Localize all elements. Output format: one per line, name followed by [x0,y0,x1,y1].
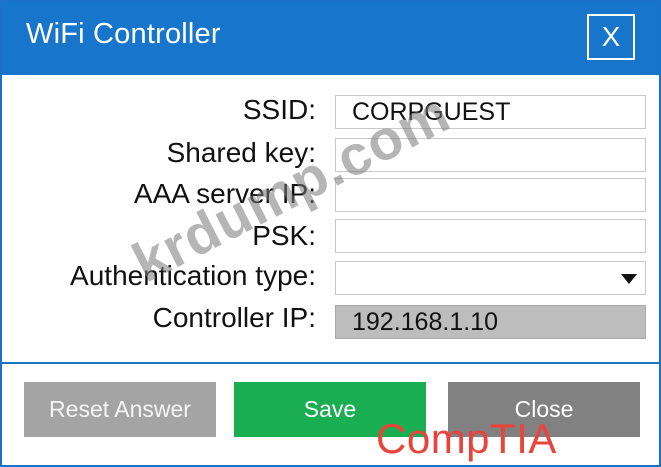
close-button[interactable]: Close [448,382,640,437]
aaa-server-ip-label: AAA server IP: [133,178,316,209]
close-icon[interactable]: X [587,14,635,60]
aaa-server-ip-input[interactable] [335,178,646,212]
ssid-label: SSID: [242,94,316,125]
psk-label: PSK: [252,220,316,251]
psk-input[interactable] [335,219,646,253]
reset-answer-button[interactable]: Reset Answer [24,382,216,437]
shared-key-label: Shared key: [166,137,316,168]
controller-ip-label: Controller IP: [152,302,316,333]
caret-down-icon[interactable] [621,274,637,284]
wifi-controller-dialog: WiFi Controller X SSID: CORPGUEST Shared… [0,0,661,467]
controller-ip-field: 192.168.1.10 [335,305,646,339]
window-title: WiFi Controller [26,18,221,50]
authentication-type-label: Authentication type: [70,260,316,291]
authentication-type-select[interactable] [335,261,646,295]
save-button[interactable]: Save [234,382,426,437]
ssid-input[interactable]: CORPGUEST [335,95,646,129]
footer-divider [2,362,659,364]
shared-key-input[interactable] [335,138,646,172]
title-bar: WiFi Controller X [2,2,659,75]
